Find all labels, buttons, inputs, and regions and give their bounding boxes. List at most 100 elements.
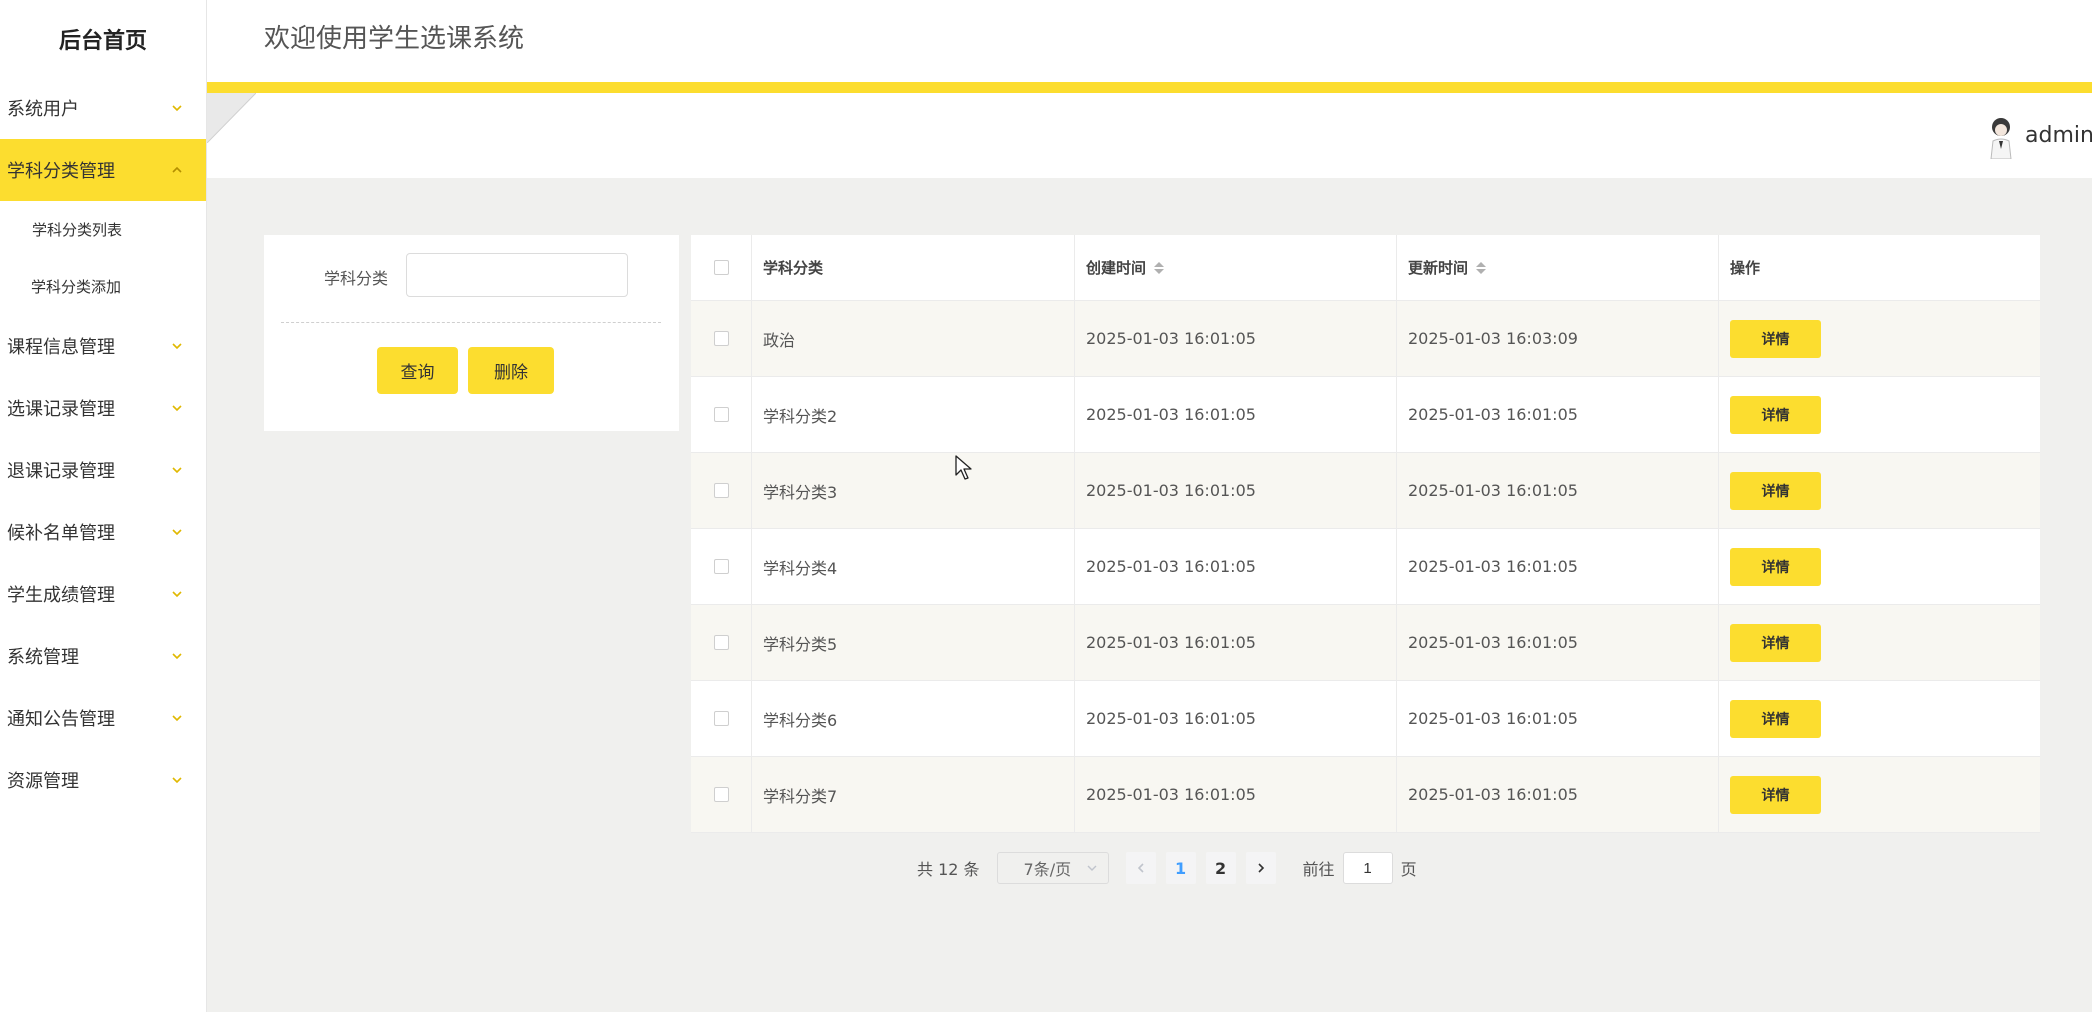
check-cell [691, 529, 752, 604]
row-checkbox[interactable] [713, 635, 729, 650]
updated-cell: 2025-01-03 16:01:05 [1397, 377, 1719, 452]
sidebar-item-label: 系统用户 [7, 99, 79, 120]
sidebar-item-waitlist[interactable]: 候补名单管理 [0, 501, 206, 563]
search-panel: 学科分类 查询 删除 [264, 235, 679, 431]
table-row: 学科分类7 2025-01-03 16:01:05 2025-01-03 16:… [691, 757, 2040, 833]
created-cell: 2025-01-03 16:01:05 [1075, 757, 1397, 832]
sidebar-item-label: 通知公告管理 [7, 709, 115, 730]
table-row: 学科分类6 2025-01-03 16:01:05 2025-01-03 16:… [691, 681, 2040, 757]
sidebar-item-label: 学生成绩管理 [7, 585, 115, 606]
row-checkbox[interactable] [713, 407, 729, 422]
divider [281, 322, 661, 323]
category-cell: 学科分类4 [752, 529, 1075, 604]
sidebar-subitem-category-list[interactable]: 学科分类列表 [0, 201, 206, 258]
check-cell [691, 377, 752, 452]
brand-home-link[interactable]: 后台首页 [0, 0, 206, 77]
table-row: 学科分类5 2025-01-03 16:01:05 2025-01-03 16:… [691, 605, 2040, 681]
page-title: 欢迎使用学生选课系统 [264, 24, 525, 54]
column-header: 操作 [1730, 259, 1761, 277]
chevron-up-icon [170, 163, 184, 177]
page-size-select[interactable]: 7条/页 [996, 852, 1109, 884]
goto-suffix: 页 [1400, 860, 1417, 879]
check-cell [691, 453, 752, 528]
chevron-down-icon [170, 773, 184, 787]
action-cell: 详情 [1719, 681, 2040, 756]
created-cell: 2025-01-03 16:01:05 [1075, 377, 1397, 452]
accent-bar [207, 82, 2092, 93]
category-cell: 政治 [752, 301, 1075, 376]
table-row: 学科分类2 2025-01-03 16:01:05 2025-01-03 16:… [691, 377, 2040, 453]
chevron-down-icon [1087, 865, 1097, 871]
sidebar-item-subject-category[interactable]: 学科分类管理 [0, 139, 206, 201]
delete-button[interactable]: 删除 [468, 347, 554, 394]
category-cell: 学科分类5 [752, 605, 1075, 680]
sidebar-item-enrollment-records[interactable]: 选课记录管理 [0, 377, 206, 439]
query-button[interactable]: 查询 [377, 347, 458, 394]
sidebar-item-announcements[interactable]: 通知公告管理 [0, 687, 206, 749]
updated-cell: 2025-01-03 16:01:05 [1397, 453, 1719, 528]
row-checkbox[interactable] [713, 787, 729, 802]
username[interactable]: admin [2025, 123, 2092, 148]
created-cell: 2025-01-03 16:01:05 [1075, 453, 1397, 528]
total-count: 共 12 条 [917, 860, 980, 879]
updated-cell: 2025-01-03 16:01:05 [1397, 757, 1719, 832]
sidebar-item-system-users[interactable]: 系统用户 [0, 77, 206, 139]
chevron-right-icon [1257, 863, 1264, 873]
created-cell: 2025-01-03 16:01:05 [1075, 605, 1397, 680]
column-header-updated[interactable]: 更新时间 [1397, 235, 1719, 300]
action-cell: 详情 [1719, 605, 2040, 680]
sort-icon[interactable] [1154, 261, 1165, 274]
goto-page: 前往 页 [1303, 852, 1417, 884]
sidebar-subitem-category-add[interactable]: 学科分类添加 [0, 258, 206, 315]
select-all-checkbox[interactable] [713, 260, 729, 275]
sidebar-item-drop-records[interactable]: 退课记录管理 [0, 439, 206, 501]
pagination: 共 12 条 7条/页 1 2 前往 页 [917, 852, 1417, 884]
row-checkbox[interactable] [713, 331, 729, 346]
sidebar-item-label: 退课记录管理 [7, 461, 115, 482]
detail-button[interactable]: 详情 [1730, 699, 1821, 738]
action-cell: 详情 [1719, 529, 2040, 604]
sidebar-item-student-grades[interactable]: 学生成绩管理 [0, 563, 206, 625]
sidebar-item-course-info[interactable]: 课程信息管理 [0, 315, 206, 377]
category-table: 学科分类 创建时间 更新时间 操作 政治 2025-01-03 16:01:05… [691, 235, 2040, 833]
row-checkbox[interactable] [713, 559, 729, 574]
sidebar-item-resources[interactable]: 资源管理 [0, 749, 206, 811]
sidebar-item-label: 候补名单管理 [7, 523, 115, 544]
row-checkbox[interactable] [713, 483, 729, 498]
updated-cell: 2025-01-03 16:01:05 [1397, 681, 1719, 756]
chevron-down-icon [170, 339, 184, 353]
detail-button[interactable]: 详情 [1730, 775, 1821, 814]
next-page-button[interactable] [1245, 852, 1276, 884]
table-header-row: 学科分类 创建时间 更新时间 操作 [691, 235, 2040, 301]
action-cell: 详情 [1719, 301, 2040, 376]
sidebar-item-label: 系统管理 [7, 647, 79, 668]
action-cell: 详情 [1719, 377, 2040, 452]
updated-cell: 2025-01-03 16:01:05 [1397, 605, 1719, 680]
sidebar-item-system-management[interactable]: 系统管理 [0, 625, 206, 687]
row-checkbox[interactable] [713, 711, 729, 726]
category-search-input[interactable] [406, 253, 628, 297]
detail-button[interactable]: 详情 [1730, 319, 1821, 358]
cursor-icon [955, 455, 972, 480]
check-cell [691, 605, 752, 680]
prev-page-button[interactable] [1125, 852, 1156, 884]
detail-button[interactable]: 详情 [1730, 395, 1821, 434]
collapse-toggle-icon[interactable] [207, 93, 256, 143]
column-header-label: 创建时间 [1086, 259, 1147, 277]
chevron-down-icon [170, 525, 184, 539]
header-check-cell [691, 235, 752, 300]
goto-page-input[interactable] [1342, 852, 1393, 884]
sidebar-item-label: 选课记录管理 [7, 399, 115, 420]
column-header-created[interactable]: 创建时间 [1075, 235, 1397, 300]
page-number[interactable]: 2 [1205, 852, 1236, 884]
sort-icon[interactable] [1476, 261, 1487, 274]
detail-button[interactable]: 详情 [1730, 471, 1821, 510]
detail-button[interactable]: 详情 [1730, 623, 1821, 662]
page-number[interactable]: 1 [1165, 852, 1196, 884]
page-size-value: 7条/页 [1023, 860, 1072, 879]
search-label: 学科分类 [324, 269, 389, 288]
avatar[interactable] [1982, 115, 2020, 159]
created-cell: 2025-01-03 16:01:05 [1075, 681, 1397, 756]
detail-button[interactable]: 详情 [1730, 547, 1821, 586]
created-cell: 2025-01-03 16:01:05 [1075, 301, 1397, 376]
